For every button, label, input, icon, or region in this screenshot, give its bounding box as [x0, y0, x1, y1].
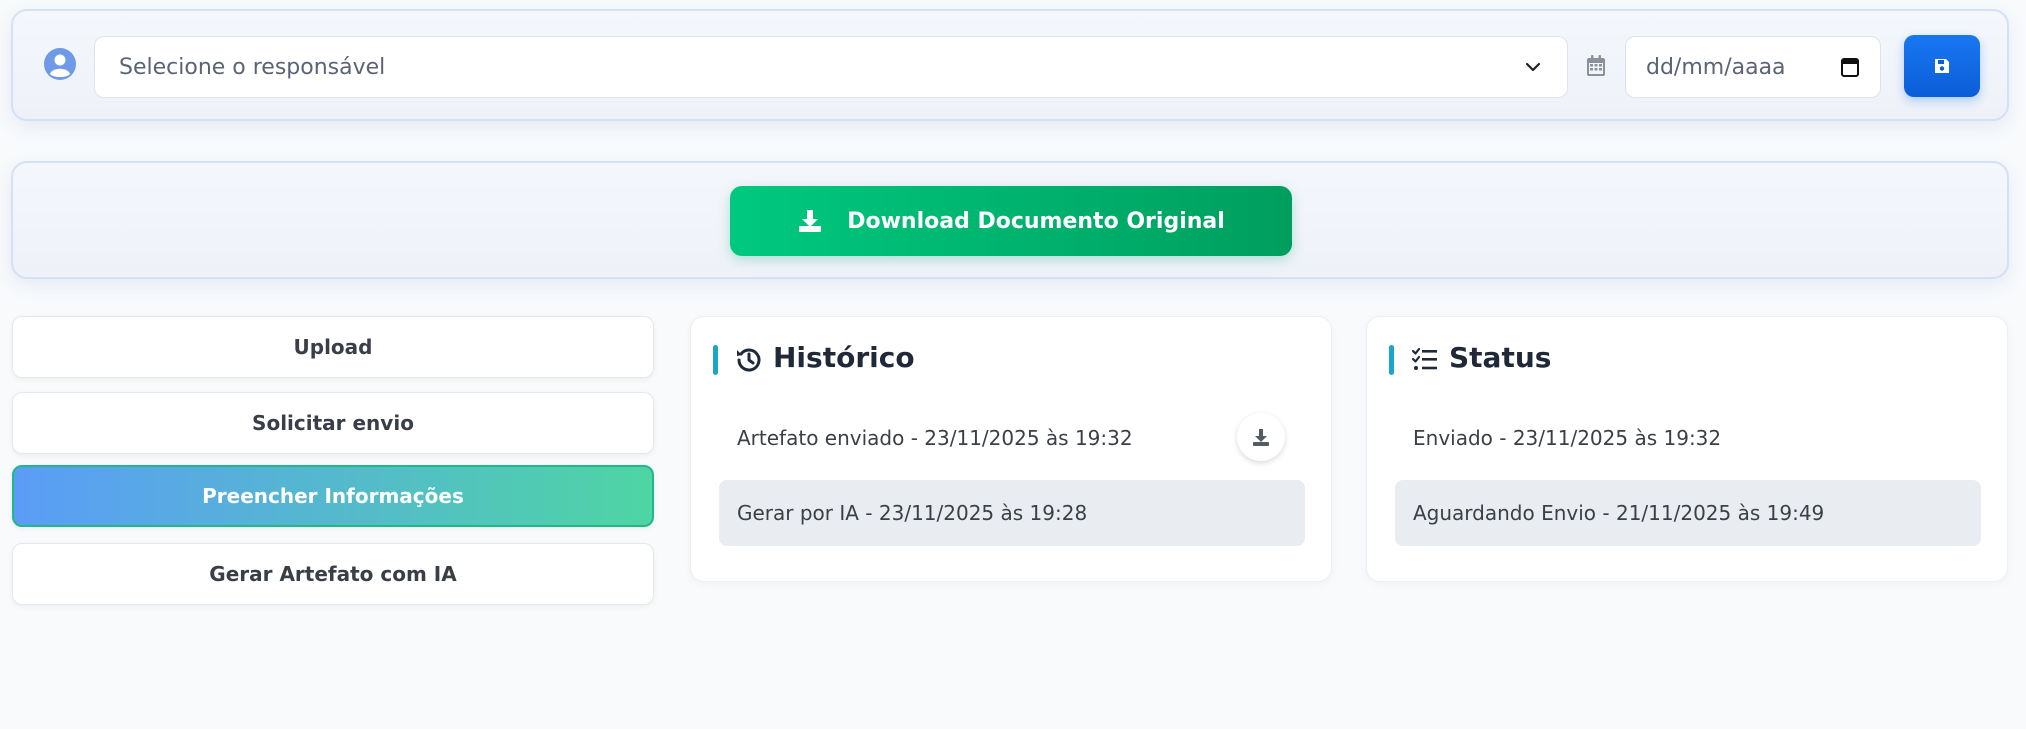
status-item-text: Aguardando Envio - 21/11/2025 às 19:49	[1413, 501, 1825, 525]
status-item: Aguardando Envio - 21/11/2025 às 19:49	[1395, 480, 1981, 546]
upload-button-label: Upload	[293, 335, 373, 359]
history-card: Histórico Artefato enviado - 23/11/2025 …	[690, 316, 1332, 582]
status-item: Enviado - 23/11/2025 às 19:32	[1395, 405, 1981, 471]
status-card: Status Enviado - 23/11/2025 às 19:32 Agu…	[1366, 316, 2008, 582]
calendar-icon	[1587, 55, 1605, 76]
download-icon	[799, 210, 822, 232]
download-icon	[1253, 429, 1269, 446]
save-button[interactable]	[1904, 35, 1980, 97]
fill-info-button[interactable]: Preencher Informações	[12, 465, 654, 527]
request-send-button-label: Solicitar envio	[252, 411, 414, 435]
date-input[interactable]: dd/mm/aaaa	[1625, 36, 1881, 98]
responsible-select-value: Selecione o responsável	[119, 54, 386, 80]
history-item-text: Gerar por IA - 23/11/2025 às 19:28	[737, 501, 1088, 525]
history-item: Artefato enviado - 23/11/2025 às 19:32	[719, 405, 1305, 471]
status-item-text: Enviado - 23/11/2025 às 19:32	[1413, 426, 1722, 450]
responsible-bar: Selecione o responsável dd/mm/aaaa	[11, 9, 2009, 121]
download-panel: Download Documento Original	[11, 161, 2009, 279]
history-icon	[737, 348, 761, 372]
download-original-label: Download Documento Original	[847, 208, 1225, 234]
task-list-icon	[1411, 347, 1437, 370]
chevron-down-icon	[1525, 62, 1541, 72]
generate-ai-button-label: Gerar Artefato com IA	[209, 562, 457, 586]
date-input-placeholder: dd/mm/aaaa	[1646, 54, 1786, 80]
request-send-button[interactable]: Solicitar envio	[12, 392, 654, 454]
generate-ai-button[interactable]: Gerar Artefato com IA	[12, 543, 654, 605]
history-item: Gerar por IA - 23/11/2025 às 19:28	[719, 480, 1305, 546]
status-title: Status	[1449, 341, 1552, 374]
user-circle-icon	[44, 48, 76, 80]
history-download-button[interactable]	[1237, 413, 1285, 461]
responsible-select[interactable]: Selecione o responsável	[94, 36, 1568, 98]
history-accent-bar	[713, 345, 718, 375]
history-item-text: Artefato enviado - 23/11/2025 às 19:32	[737, 426, 1133, 450]
save-icon	[1935, 59, 1949, 73]
status-accent-bar	[1389, 345, 1394, 375]
fill-info-button-label: Preencher Informações	[202, 484, 464, 508]
upload-button[interactable]: Upload	[12, 316, 654, 378]
calendar-picker-icon[interactable]	[1840, 56, 1860, 78]
history-title: Histórico	[773, 341, 915, 374]
download-original-button[interactable]: Download Documento Original	[730, 186, 1292, 256]
